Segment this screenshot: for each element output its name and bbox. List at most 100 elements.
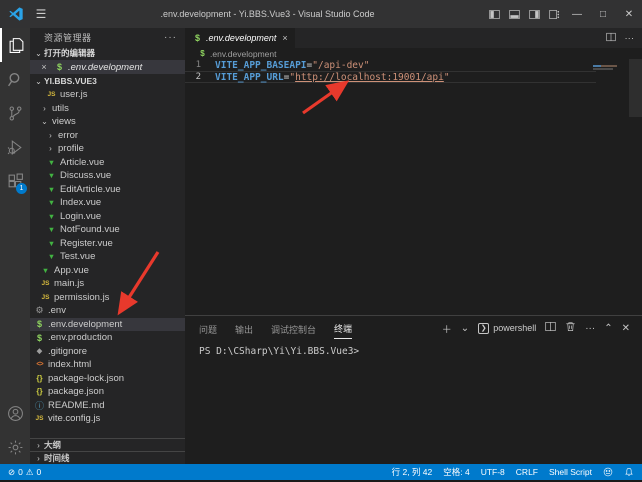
close-tab-icon[interactable]: × — [282, 33, 287, 43]
tree-item-package-json[interactable]: {}package.json — [30, 385, 185, 399]
vscode-window: ☰ .env.development - Yi.BBS.Vue3 - Visua… — [0, 0, 642, 482]
timeline-section[interactable]: › 时间线 — [30, 451, 185, 464]
problems-status[interactable]: ⊘ 0 ⚠ 0 — [8, 467, 41, 478]
status-item-3[interactable]: CRLF — [516, 467, 538, 477]
account-icon[interactable] — [0, 396, 30, 430]
terminal-instance-powershell[interactable]: ❯ powershell — [478, 323, 536, 334]
customize-layout-icon[interactable] — [544, 4, 564, 24]
js-file-icon: JS — [46, 91, 57, 98]
status-item-1[interactable]: 空格: 4 — [443, 466, 469, 478]
panel-tab-输出[interactable]: 输出 — [235, 318, 253, 339]
json-file-icon: {} — [34, 387, 45, 396]
sidebar-more-actions-icon[interactable]: ··· — [164, 32, 177, 43]
code-line-1[interactable]: 1 VITE_APP_BASEAPI="/api-dev" — [185, 59, 642, 71]
tree-item-notfound-vue[interactable]: ▼NotFound.vue — [30, 223, 185, 237]
maximize-button[interactable]: □ — [590, 0, 616, 28]
tree-item-user-js[interactable]: JSuser.js — [30, 88, 185, 102]
feedback-smiley-icon[interactable] — [603, 467, 613, 477]
tree-item-register-vue[interactable]: ▼Register.vue — [30, 237, 185, 251]
panel-tab-调试控制台[interactable]: 调试控制台 — [271, 318, 316, 339]
tree-item-editarticle-vue[interactable]: ▼EditArticle.vue — [30, 183, 185, 197]
tree-item-vite-config-js[interactable]: JSvite.config.js — [30, 412, 185, 426]
tree-item-label: README.md — [48, 400, 104, 411]
vue-file-icon: ▼ — [46, 252, 57, 261]
tree-item-views[interactable]: ⌄views — [30, 115, 185, 129]
close-panel-icon[interactable]: ✕ — [622, 323, 630, 334]
code-line-2[interactable]: 2 VITE_APP_URL="http://localhost:19001/a… — [185, 71, 596, 83]
tree-item-article-vue[interactable]: ▼Article.vue — [30, 156, 185, 170]
tree-item-main-js[interactable]: JSmain.js — [30, 277, 185, 291]
code-editor[interactable]: 1 VITE_APP_BASEAPI="/api-dev" 2 VITE_APP… — [185, 59, 642, 315]
kill-terminal-icon[interactable] — [565, 321, 576, 335]
run-debug-icon[interactable] — [0, 130, 30, 164]
settings-gear-icon[interactable] — [0, 430, 30, 464]
window-title: .env.development - Yi.BBS.Vue3 - Visual … — [51, 9, 484, 19]
panel-tab-terminal-active[interactable]: 终端 — [334, 317, 352, 339]
tree-item-readme-md[interactable]: ⓘREADME.md — [30, 399, 185, 413]
tree-item--env-production[interactable]: $.env.production — [30, 331, 185, 345]
toggle-panel-icon[interactable] — [504, 4, 524, 24]
split-editor-icon[interactable] — [606, 32, 616, 45]
split-terminal-icon[interactable] — [545, 321, 556, 335]
new-terminal-icon[interactable]: ＋ — [442, 321, 452, 336]
source-control-icon[interactable] — [0, 96, 30, 130]
gear-file-icon: ⚙ — [34, 305, 45, 316]
project-section[interactable]: ⌄ YI.BBS.VUE3 — [30, 74, 185, 88]
editor-more-actions-icon[interactable]: ··· — [625, 33, 635, 44]
notifications-bell-icon[interactable] — [624, 467, 634, 477]
sidebar-title: 资源管理器 — [44, 31, 92, 44]
tree-item-index-vue[interactable]: ▼Index.vue — [30, 196, 185, 210]
line-number: 2 — [185, 72, 215, 82]
panel-tab-问题[interactable]: 问题 — [199, 318, 217, 339]
tree-item-error[interactable]: ›error — [30, 129, 185, 143]
maximize-panel-icon[interactable]: ⌃ — [604, 323, 612, 334]
minimize-button[interactable]: — — [564, 0, 590, 28]
tree-item-profile[interactable]: ›profile — [30, 142, 185, 156]
tree-item-package-lock-json[interactable]: {}package-lock.json — [30, 372, 185, 386]
open-editors-section[interactable]: ⌄ 打开的编辑器 — [30, 46, 185, 60]
menu-hamburger-icon[interactable]: ☰ — [31, 7, 51, 21]
tree-item--env[interactable]: ⚙.env — [30, 304, 185, 318]
tree-item-login-vue[interactable]: ▼Login.vue — [30, 210, 185, 224]
terminal-dropdown-icon[interactable]: ⌄ — [461, 323, 469, 334]
close-button[interactable]: ✕ — [616, 0, 642, 28]
tree-item-label: Discuss.vue — [60, 170, 111, 181]
tree-item-index-html[interactable]: <>index.html — [30, 358, 185, 372]
tree-item-utils[interactable]: ›utils — [30, 102, 185, 116]
chevron-right-icon: › — [33, 454, 44, 463]
shell-file-icon: $ — [34, 319, 45, 329]
tab-env-development[interactable]: $ .env.development × — [185, 28, 295, 48]
url-link[interactable]: http://localhost:19001/api — [295, 72, 444, 83]
editor-scrollbar[interactable] — [629, 59, 642, 117]
tree-item-label: utils — [52, 103, 69, 114]
tree-item-discuss-vue[interactable]: ▼Discuss.vue — [30, 169, 185, 183]
minimap[interactable] — [593, 65, 625, 70]
tree-item-test-vue[interactable]: ▼Test.vue — [30, 250, 185, 264]
tree-item--gitignore[interactable]: ◆.gitignore — [30, 345, 185, 359]
tree-item-label: Login.vue — [60, 211, 101, 222]
chevron-right-icon: › — [46, 144, 55, 153]
outline-section[interactable]: › 大纲 — [30, 438, 185, 451]
search-icon[interactable] — [0, 62, 30, 96]
tree-item-permission-js[interactable]: JSpermission.js — [30, 291, 185, 305]
tree-item--env-development[interactable]: $.env.development — [30, 318, 185, 332]
warning-icon: ⚠ — [26, 467, 34, 478]
tree-item-label: .gitignore — [48, 346, 87, 357]
open-editor-item[interactable]: × $ .env.development — [30, 60, 185, 74]
tree-item-label: permission.js — [54, 292, 109, 303]
status-item-0[interactable]: 行 2, 列 42 — [392, 466, 433, 478]
status-item-4[interactable]: Shell Script — [549, 467, 592, 477]
html-file-icon: <> — [34, 361, 45, 368]
toggle-secondary-sidebar-icon[interactable] — [524, 4, 544, 24]
extensions-icon[interactable]: 1 — [0, 164, 30, 198]
panel-more-actions-icon[interactable]: ··· — [585, 323, 595, 334]
status-item-2[interactable]: UTF-8 — [481, 467, 505, 477]
terminal-output[interactable]: PS D:\CSharp\Yi\Yi.BBS.Vue3> — [185, 340, 642, 464]
toggle-sidebar-icon[interactable] — [484, 4, 504, 24]
close-icon[interactable]: × — [38, 62, 50, 72]
tree-item-app-vue[interactable]: ▼App.vue — [30, 264, 185, 278]
js-file-icon: JS — [40, 294, 51, 301]
vue-file-icon: ▼ — [46, 171, 57, 180]
explorer-icon[interactable] — [0, 28, 30, 62]
breadcrumb[interactable]: $ .env.development — [185, 48, 642, 59]
